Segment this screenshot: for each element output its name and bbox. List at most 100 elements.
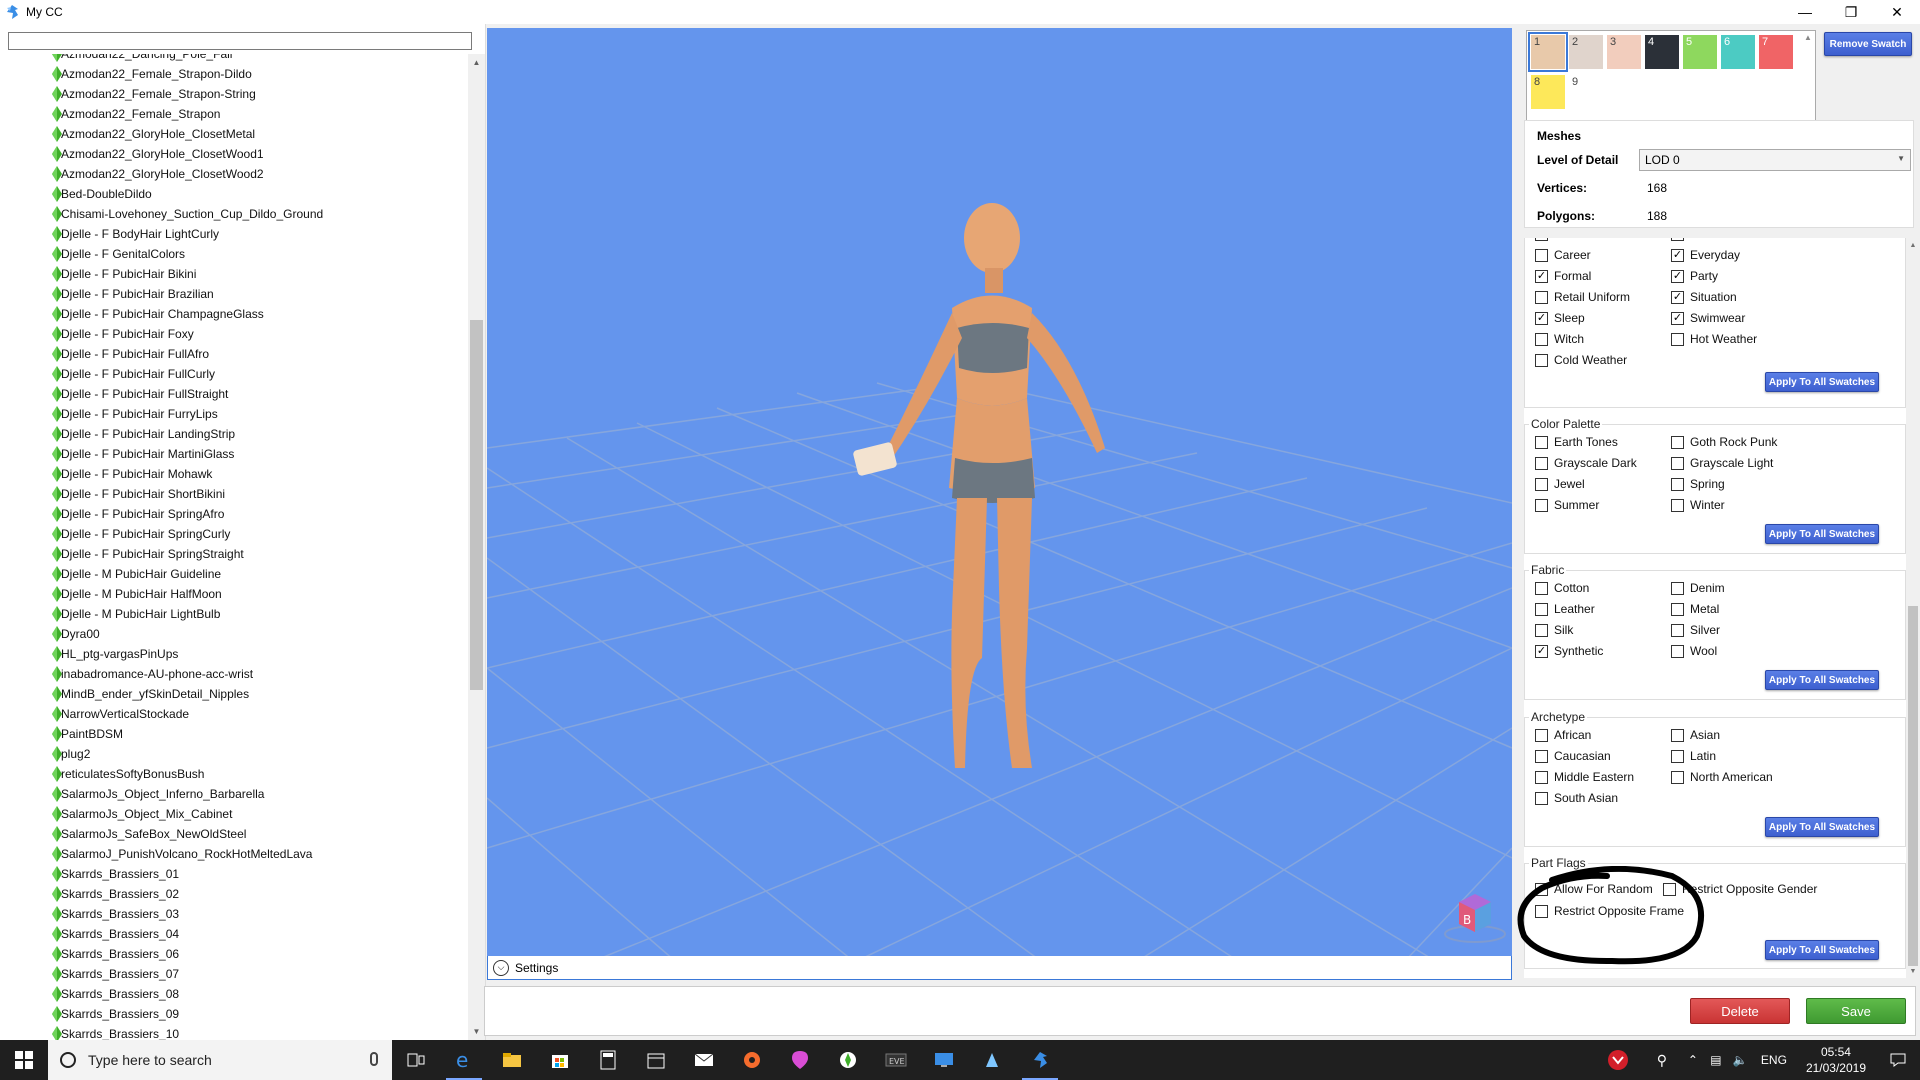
situation-checkbox[interactable]: ✓ Situation bbox=[1671, 290, 1737, 304]
jewel-checkbox[interactable]: Jewel bbox=[1535, 477, 1585, 491]
cc-list-item[interactable]: Djelle - F PubicHair ShortBikini bbox=[0, 484, 462, 504]
s4pe-icon[interactable] bbox=[968, 1040, 1016, 1080]
store-icon[interactable] bbox=[536, 1040, 584, 1080]
cc-list-item[interactable]: Azmodan22_Female_Strapon-String bbox=[0, 84, 462, 104]
cc-list-item[interactable]: Chisami-Lovehoney_Suction_Cup_Dildo_Grou… bbox=[0, 204, 462, 224]
cc-list-item[interactable]: Djelle - F BodyHair LightCurly bbox=[0, 224, 462, 244]
cc-list-item[interactable]: Skarrds_Brassiers_06 bbox=[0, 944, 462, 964]
cc-list-scrollbar[interactable]: ▲ ▼ bbox=[468, 54, 485, 1040]
cc-list-item[interactable]: SalarmoJs_Object_Mix_Cabinet bbox=[0, 804, 462, 824]
cc-list-item[interactable]: Djelle - F PubicHair ChampagneGlass bbox=[0, 304, 462, 324]
close-icon[interactable]: ✕ bbox=[1874, 0, 1920, 24]
cc-list-item[interactable]: Skarrds_Brassiers_01 bbox=[0, 864, 462, 884]
tags-scrollbar[interactable]: ▲ ▼ bbox=[1906, 238, 1920, 978]
cc-list-item[interactable]: Skarrds_Brassiers_04 bbox=[0, 924, 462, 944]
cc-list-item[interactable]: Djelle - F PubicHair FurryLips bbox=[0, 404, 462, 424]
apply-to-all-swatches-button[interactable]: Apply To All Swatches bbox=[1765, 670, 1879, 690]
cc-list-item[interactable]: Skarrds_Brassiers_10 bbox=[0, 1024, 462, 1040]
cc-list-item[interactable]: PaintBDSM bbox=[0, 724, 462, 744]
cc-list-item[interactable]: Skarrds_Brassiers_02 bbox=[0, 884, 462, 904]
restrict-gender-checkbox[interactable]: Restrict Opposite Gender bbox=[1663, 882, 1817, 896]
delete-button[interactable]: Delete bbox=[1690, 998, 1790, 1024]
south-asian-checkbox[interactable]: South Asian bbox=[1535, 791, 1618, 805]
cc-list-item[interactable]: inabadromance-AU-phone-acc-wrist bbox=[0, 664, 462, 684]
cold-weather-checkbox[interactable]: Cold Weather bbox=[1535, 353, 1627, 367]
cc-list-item[interactable]: Azmodan22_Female_Strapon bbox=[0, 104, 462, 124]
my-cc-taskbar-icon[interactable] bbox=[1016, 1040, 1064, 1080]
cc-list-item[interactable]: Djelle - M PubicHair LightBulb bbox=[0, 604, 462, 624]
swatch-8[interactable]: 8 bbox=[1531, 75, 1565, 109]
scroll-up-icon[interactable]: ▲ bbox=[468, 54, 485, 71]
cc-list-item[interactable]: Skarrds_Brassiers_08 bbox=[0, 984, 462, 1004]
cc-list-item[interactable]: SalarmoJs_Object_Inferno_Barbarella bbox=[0, 784, 462, 804]
spring-checkbox[interactable]: Spring bbox=[1671, 477, 1725, 491]
apply-to-all-swatches-button[interactable]: Apply To All Swatches bbox=[1765, 524, 1879, 544]
calculator-icon[interactable] bbox=[584, 1040, 632, 1080]
cc-list-item[interactable]: Djelle - F GenitalColors bbox=[0, 244, 462, 264]
cc-list-item[interactable]: Azmodan22_GloryHole_ClosetMetal bbox=[0, 124, 462, 144]
leather-checkbox[interactable]: Leather bbox=[1535, 602, 1595, 616]
microphone-icon[interactable] bbox=[370, 1052, 378, 1066]
cc-list-item[interactable]: Skarrds_Brassiers_07 bbox=[0, 964, 462, 984]
nude-checkbox[interactable]: Nude bbox=[1671, 238, 1719, 241]
cc-list-item[interactable]: Djelle - F PubicHair Mohawk bbox=[0, 464, 462, 484]
restrict-frame-checkbox[interactable]: Restrict Opposite Frame bbox=[1535, 904, 1684, 918]
cc-list-item[interactable]: HL_ptg-vargasPinUps bbox=[0, 644, 462, 664]
language-indicator[interactable]: ENG bbox=[1752, 1053, 1796, 1067]
african-checkbox[interactable]: African bbox=[1535, 728, 1591, 742]
cc-list-item[interactable]: Djelle - F PubicHair Bikini bbox=[0, 264, 462, 284]
swatch-9[interactable]: 9 bbox=[1569, 75, 1603, 109]
chevron-up-icon[interactable]: ⌃ bbox=[1682, 1053, 1704, 1067]
witch-checkbox[interactable]: Witch bbox=[1535, 332, 1584, 346]
restore-icon[interactable]: ❐ bbox=[1828, 0, 1874, 24]
everyday-checkbox[interactable]: ✓ Everyday bbox=[1671, 248, 1740, 262]
latin-checkbox[interactable]: Latin bbox=[1671, 749, 1716, 763]
filter-input[interactable] bbox=[8, 32, 472, 50]
notifications-icon[interactable] bbox=[1876, 1053, 1920, 1067]
file-explorer-icon[interactable] bbox=[488, 1040, 536, 1080]
silk-checkbox[interactable]: Silk bbox=[1535, 623, 1573, 637]
chevron-down-icon[interactable]: ⌵ bbox=[493, 959, 509, 976]
remote-desktop-icon[interactable] bbox=[920, 1040, 968, 1080]
apply-part-flags-button[interactable]: Apply To All Swatches bbox=[1765, 940, 1879, 960]
network-icon[interactable]: ▤ bbox=[1704, 1053, 1728, 1067]
edge-icon[interactable]: e bbox=[440, 1040, 488, 1080]
cc-list-item[interactable]: Djelle - F PubicHair Brazilian bbox=[0, 284, 462, 304]
cc-list-item[interactable]: Azmodan22_Female_Strapon-Dildo bbox=[0, 64, 462, 84]
cc-list-item[interactable]: plug2 bbox=[0, 744, 462, 764]
cc-list-item[interactable]: Skarrds_Brassiers_09 bbox=[0, 1004, 462, 1024]
taskbar-search[interactable]: Type here to search bbox=[48, 1040, 392, 1080]
summer-checkbox[interactable]: Summer bbox=[1535, 498, 1599, 512]
career-checkbox[interactable]: Career bbox=[1535, 248, 1591, 262]
cc-list-item[interactable]: Bed-DoubleDildo bbox=[0, 184, 462, 204]
mail-icon[interactable] bbox=[680, 1040, 728, 1080]
wool-checkbox[interactable]: Wool bbox=[1671, 644, 1717, 658]
swatch-4[interactable]: 4 bbox=[1645, 35, 1679, 69]
cc-list-item[interactable]: Djelle - F PubicHair SpringStraight bbox=[0, 544, 462, 564]
formal-checkbox[interactable]: ✓ Formal bbox=[1535, 269, 1591, 283]
scroll-down-icon[interactable]: ▼ bbox=[468, 1023, 485, 1040]
metal-checkbox[interactable]: Metal bbox=[1671, 602, 1719, 616]
cc-list-item[interactable]: MindB_ender_yfSkinDetail_Nipples bbox=[0, 684, 462, 704]
swatch-1[interactable]: 1 bbox=[1528, 32, 1568, 72]
swatch-6[interactable]: 6 bbox=[1721, 35, 1755, 69]
cc-list-item[interactable]: Dyra00 bbox=[0, 624, 462, 644]
eve-icon[interactable]: EVE bbox=[872, 1040, 920, 1080]
caucasian-checkbox[interactable]: Caucasian bbox=[1535, 749, 1611, 763]
cc-list-item[interactable]: Djelle - M PubicHair Guideline bbox=[0, 564, 462, 584]
athletic-checkbox[interactable]: ✓ Athletic bbox=[1535, 238, 1593, 241]
hot-weather-checkbox[interactable]: Hot Weather bbox=[1671, 332, 1757, 346]
antivirus-icon[interactable] bbox=[1594, 1049, 1642, 1071]
apply-to-all-swatches-button[interactable]: Apply To All Swatches bbox=[1765, 817, 1879, 837]
sleep-checkbox[interactable]: ✓ Sleep bbox=[1535, 311, 1585, 325]
model-viewport[interactable]: B bbox=[487, 28, 1512, 980]
retail-uniform-checkbox[interactable]: Retail Uniform bbox=[1535, 290, 1630, 304]
scroll-down-icon[interactable]: ▼ bbox=[1906, 964, 1920, 978]
cc-list-item[interactable]: Skarrds_Brassiers_03 bbox=[0, 904, 462, 924]
cc-list-item[interactable]: Djelle - F PubicHair FullCurly bbox=[0, 364, 462, 384]
allow-random-checkbox[interactable]: Allow For Random bbox=[1535, 882, 1653, 896]
scroll-up-icon[interactable]: ▲ bbox=[1804, 33, 1812, 42]
apply-to-all-swatches-button[interactable]: Apply To All Swatches bbox=[1765, 372, 1879, 392]
task-view-icon[interactable] bbox=[392, 1040, 440, 1080]
sims-icon[interactable] bbox=[824, 1040, 872, 1080]
